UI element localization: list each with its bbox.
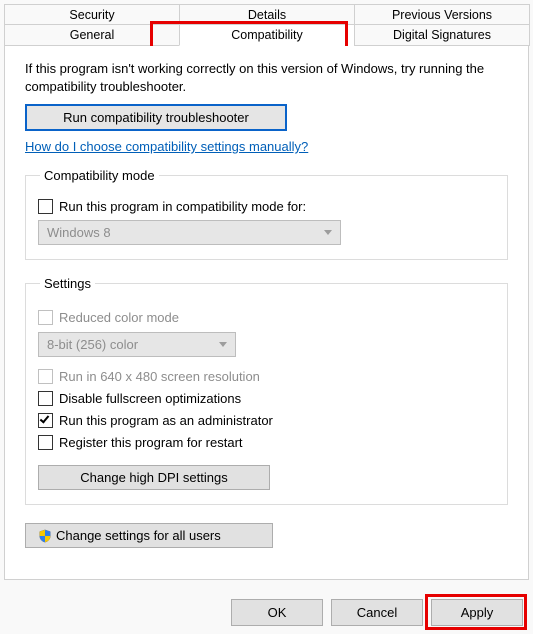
apply-button[interactable]: Apply bbox=[431, 599, 523, 626]
ok-button[interactable]: OK bbox=[231, 599, 323, 626]
tab-general[interactable]: General bbox=[4, 25, 180, 46]
reduced-color-checkbox bbox=[38, 310, 53, 325]
compat-mode-dropdown-value: Windows 8 bbox=[47, 225, 111, 240]
run-troubleshooter-button[interactable]: Run compatibility troubleshooter bbox=[25, 104, 287, 131]
run-admin-label: Run this program as an administrator bbox=[59, 413, 273, 428]
disable-fullscreen-checkbox[interactable] bbox=[38, 391, 53, 406]
compat-mode-dropdown[interactable]: Windows 8 bbox=[38, 220, 341, 245]
settings-group: Settings Reduced color mode 8-bit (256) … bbox=[25, 276, 508, 505]
run-admin-checkbox[interactable] bbox=[38, 413, 53, 428]
properties-dialog: Security Details Previous Versions Gener… bbox=[0, 0, 533, 634]
cancel-button[interactable]: Cancel bbox=[331, 599, 423, 626]
run-640-checkbox bbox=[38, 369, 53, 384]
intro-text: If this program isn't working correctly … bbox=[25, 60, 495, 96]
color-mode-dropdown: 8-bit (256) color bbox=[38, 332, 236, 357]
change-all-users-label: Change settings for all users bbox=[56, 528, 221, 543]
shield-icon bbox=[38, 529, 52, 543]
tab-digital-signatures[interactable]: Digital Signatures bbox=[354, 25, 530, 46]
compat-mode-checkbox[interactable] bbox=[38, 199, 53, 214]
manual-settings-link[interactable]: How do I choose compatibility settings m… bbox=[25, 139, 308, 154]
dialog-buttons: OK Cancel Apply bbox=[231, 599, 523, 626]
compatibility-mode-legend: Compatibility mode bbox=[40, 168, 159, 183]
register-restart-checkbox[interactable] bbox=[38, 435, 53, 450]
tab-previous-versions[interactable]: Previous Versions bbox=[354, 4, 530, 25]
disable-fullscreen-label: Disable fullscreen optimizations bbox=[59, 391, 241, 406]
compatibility-mode-group: Compatibility mode Run this program in c… bbox=[25, 168, 508, 260]
chevron-down-icon bbox=[324, 230, 332, 235]
change-dpi-button[interactable]: Change high DPI settings bbox=[38, 465, 270, 490]
change-all-users-button[interactable]: Change settings for all users bbox=[25, 523, 273, 548]
settings-legend: Settings bbox=[40, 276, 95, 291]
compatibility-page: If this program isn't working correctly … bbox=[4, 46, 529, 580]
run-640-label: Run in 640 x 480 screen resolution bbox=[59, 369, 260, 384]
reduced-color-label: Reduced color mode bbox=[59, 310, 179, 325]
tab-security[interactable]: Security bbox=[4, 4, 180, 25]
tab-compatibility[interactable]: Compatibility bbox=[179, 25, 355, 46]
tab-details[interactable]: Details bbox=[179, 4, 355, 25]
compat-mode-checkbox-label: Run this program in compatibility mode f… bbox=[59, 199, 306, 214]
register-restart-label: Register this program for restart bbox=[59, 435, 243, 450]
color-mode-dropdown-value: 8-bit (256) color bbox=[47, 337, 138, 352]
chevron-down-icon bbox=[219, 342, 227, 347]
tab-strip: Security Details Previous Versions Gener… bbox=[4, 4, 529, 46]
